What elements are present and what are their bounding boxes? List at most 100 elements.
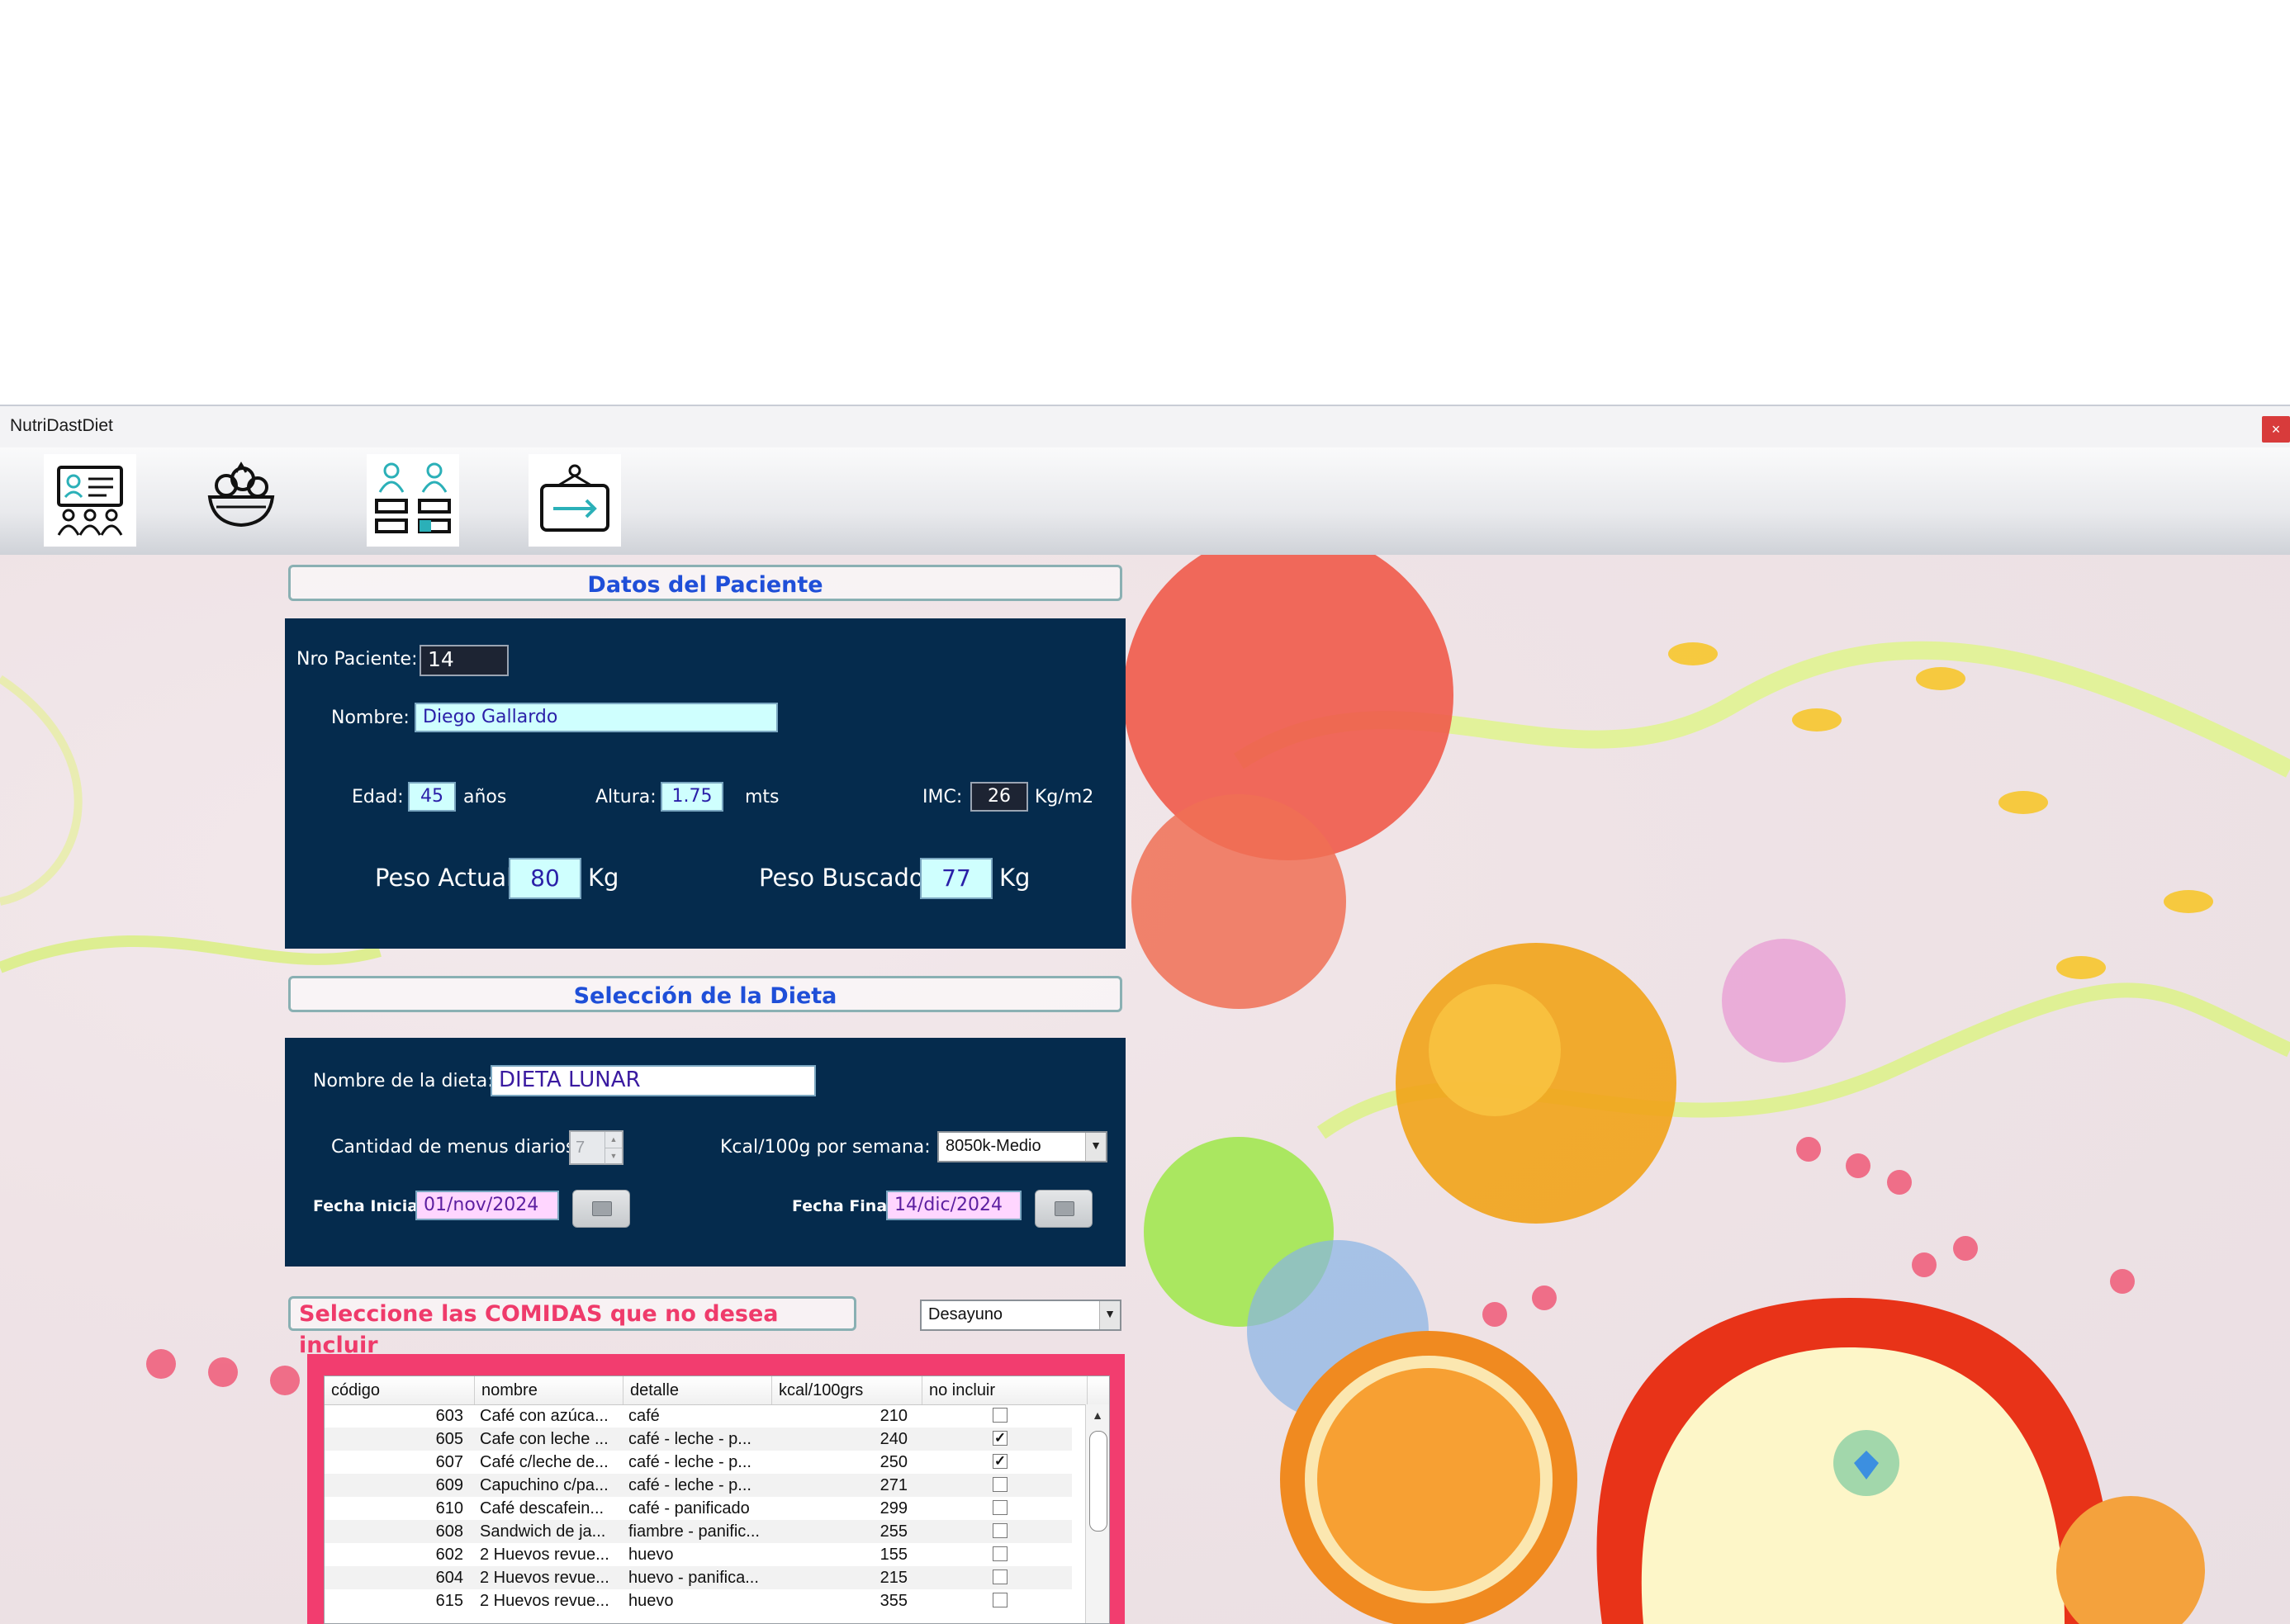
menus-value: 7	[576, 1139, 586, 1157]
peso-actual-label: Peso Actual:	[375, 864, 521, 892]
patient-card-button[interactable]	[44, 454, 136, 547]
no-incluir-checkbox[interactable]	[993, 1408, 1008, 1423]
cell-detalle: café	[628, 1407, 660, 1425]
cell-codigo: 610	[435, 1499, 463, 1517]
exit-button[interactable]	[529, 454, 621, 547]
nro-paciente-input[interactable]: 14	[420, 645, 509, 676]
patients-list-button[interactable]	[367, 454, 459, 547]
no-incluir-checkbox[interactable]	[993, 1500, 1008, 1515]
cell-kcal: 250	[879, 1453, 908, 1471]
menus-label: Cantidad de menus diarios:	[331, 1137, 581, 1158]
cell-nombre: Café c/leche de...	[480, 1453, 609, 1471]
no-incluir-checkbox[interactable]	[993, 1546, 1008, 1561]
edad-label: Edad:	[352, 787, 404, 807]
cell-nombre: 2 Huevos revue...	[480, 1569, 609, 1587]
patient-panel: Nro Paciente: 14 Nombre: Diego Gallardo …	[285, 618, 1126, 949]
altura-unit: mts	[745, 787, 780, 807]
cell-nombre: Café descafein...	[480, 1499, 605, 1517]
cell-nombre: 2 Huevos revue...	[480, 1546, 609, 1564]
no-incluir-checkbox[interactable]: ✓	[993, 1454, 1008, 1469]
altura-label: Altura:	[595, 787, 657, 807]
peso-actual-input[interactable]: 80	[509, 858, 581, 899]
foods-table-frame: código nombre detalle kcal/100grs no inc…	[307, 1354, 1125, 1624]
fecha-final-calendar-button[interactable]	[1035, 1190, 1093, 1228]
cell-kcal: 271	[879, 1476, 908, 1494]
fecha-inicial-input[interactable]: 01/nov/2024	[415, 1191, 559, 1220]
fecha-final-label: Fecha Final:	[792, 1197, 899, 1215]
table-row[interactable]: 604 2 Huevos revue... huevo - panifica... 2…	[325, 1566, 1072, 1589]
table-row[interactable]: 609 Capuchino c/pa... café - leche - p... 2…	[325, 1474, 1072, 1497]
diet-name-input[interactable]: DIETA LUNAR	[491, 1065, 816, 1096]
spinner-down-icon[interactable]: ▼	[605, 1148, 622, 1164]
exit-sign-icon	[540, 464, 609, 532]
cell-nombre: Café con azúca...	[480, 1407, 609, 1425]
toolbar	[0, 447, 2290, 555]
patient-section-title: Datos del Paciente	[288, 565, 1122, 601]
app-window: NutriDastDiet × Datos del Paciente Nro P…	[0, 405, 2290, 1624]
cell-kcal: 240	[879, 1430, 908, 1448]
table-row[interactable]: 615 2 Huevos revue... huevo 355	[325, 1589, 1072, 1612]
close-button[interactable]: ×	[2262, 416, 2290, 443]
window-title: NutriDastDiet	[10, 416, 113, 435]
menus-spinner[interactable]: 7 ▲ ▼	[569, 1130, 623, 1165]
chevron-down-icon[interactable]: ▼	[1099, 1301, 1120, 1329]
foods-section-title: Seleccione las COMIDAS que no desea incl…	[288, 1296, 856, 1358]
imc-label: IMC:	[922, 787, 963, 807]
cell-detalle: café - leche - p...	[628, 1476, 751, 1494]
no-incluir-checkbox[interactable]	[993, 1570, 1008, 1584]
cell-kcal: 299	[879, 1499, 908, 1517]
cell-kcal: 215	[879, 1569, 908, 1587]
cell-detalle: huevo - panifica...	[628, 1569, 759, 1587]
cell-detalle: café - leche - p...	[628, 1453, 751, 1471]
table-header: código nombre detalle kcal/100grs no inc…	[325, 1376, 1109, 1405]
table-row[interactable]: 603 Café con azúca... café 210	[325, 1404, 1072, 1428]
altura-input[interactable]: 1.75	[661, 782, 723, 812]
fecha-inicial-label: Fecha Inicial:	[313, 1197, 430, 1215]
vertical-scrollbar[interactable]: ▲	[1085, 1404, 1109, 1623]
peso-buscado-label: Peso Buscado:	[759, 864, 932, 892]
column-nombre[interactable]: nombre	[475, 1376, 623, 1404]
table-row[interactable]: 610 Café descafein... café - panificado 299	[325, 1497, 1072, 1520]
no-incluir-checkbox[interactable]	[993, 1523, 1008, 1538]
table-row[interactable]: 608 Sandwich de ja... fiambre - panific...…	[325, 1520, 1072, 1543]
no-incluir-checkbox[interactable]	[993, 1477, 1008, 1492]
scroll-up-icon[interactable]: ▲	[1086, 1404, 1109, 1426]
column-detalle[interactable]: detalle	[623, 1376, 772, 1404]
fecha-inicial-calendar-button[interactable]	[572, 1190, 630, 1228]
cell-kcal: 255	[879, 1522, 908, 1541]
no-incluir-checkbox[interactable]: ✓	[993, 1431, 1008, 1446]
table-row[interactable]: 605 Cafe con leche ... café - leche - p...…	[325, 1428, 1072, 1451]
salad-bowl-icon	[207, 462, 275, 528]
nombre-input[interactable]: Diego Gallardo	[415, 703, 778, 732]
cell-detalle: café - leche - p...	[628, 1430, 751, 1448]
column-no-incluir[interactable]: no incluir	[922, 1376, 1088, 1404]
cell-detalle: café - panificado	[628, 1499, 750, 1517]
cell-codigo: 615	[435, 1592, 463, 1610]
fecha-final-input[interactable]: 14/dic/2024	[886, 1191, 1022, 1220]
cell-detalle: huevo	[628, 1592, 674, 1610]
cell-detalle: fiambre - panific...	[628, 1522, 760, 1541]
cell-codigo: 605	[435, 1430, 463, 1448]
scroll-thumb[interactable]	[1089, 1431, 1107, 1532]
column-codigo[interactable]: código	[325, 1376, 475, 1404]
cell-detalle: huevo	[628, 1546, 674, 1564]
column-kcal[interactable]: kcal/100grs	[772, 1376, 922, 1404]
diet-section-title: Selección de la Dieta	[288, 976, 1122, 1012]
cell-codigo: 602	[435, 1546, 463, 1564]
imc-value: 26	[970, 782, 1028, 812]
chevron-down-icon[interactable]: ▼	[1085, 1133, 1106, 1161]
spinner-up-icon[interactable]: ▲	[605, 1132, 622, 1148]
edad-input[interactable]: 45	[408, 782, 456, 812]
table-row[interactable]: 602 2 Huevos revue... huevo 155	[325, 1543, 1072, 1566]
kcal-selected-value: 8050k-Medio	[946, 1137, 1041, 1155]
cell-codigo: 607	[435, 1453, 463, 1471]
kcal-select[interactable]: 8050k-Medio ▼	[937, 1131, 1107, 1162]
meal-select[interactable]: Desayuno ▼	[920, 1300, 1121, 1331]
no-incluir-checkbox[interactable]	[993, 1593, 1008, 1607]
diet-button[interactable]	[200, 454, 282, 537]
cell-nombre: Cafe con leche ...	[480, 1430, 609, 1448]
cell-codigo: 603	[435, 1407, 463, 1425]
table-row[interactable]: 607 Café c/leche de... café - leche - p...…	[325, 1451, 1072, 1474]
kcal-label: Kcal/100g por semana:	[720, 1137, 931, 1158]
peso-buscado-input[interactable]: 77	[920, 858, 993, 899]
